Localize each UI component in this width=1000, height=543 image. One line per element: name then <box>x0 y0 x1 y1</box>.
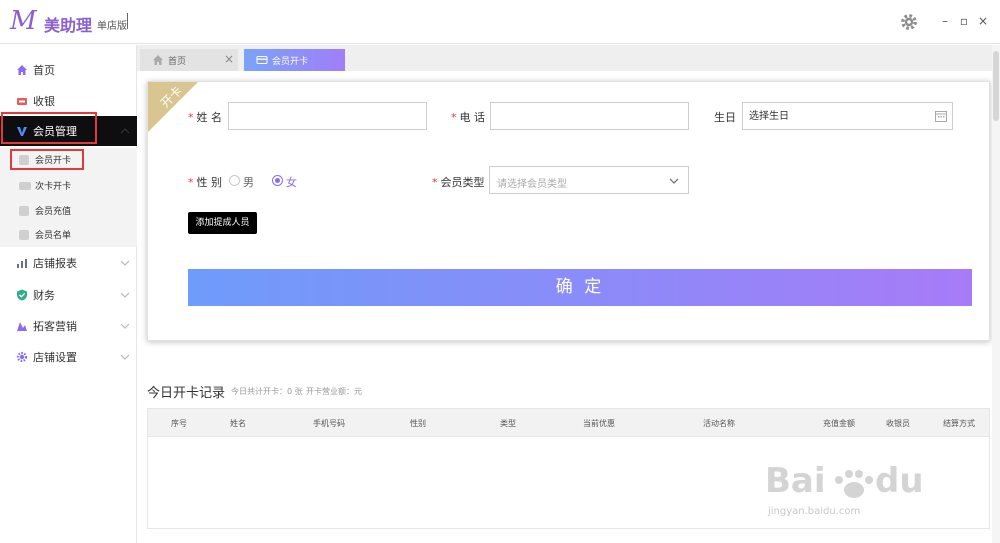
name-label: * 姓 名 <box>188 111 222 124</box>
settings-gear-icon[interactable] <box>899 12 919 32</box>
maximize-button[interactable]: ▫ <box>957 14 971 28</box>
watermark-url: jingyan.baidu.com <box>768 506 861 517</box>
sidebar-item-label: 收银 <box>33 95 55 108</box>
card-icon <box>19 182 31 190</box>
column-header: 活动名称 <box>703 419 735 428</box>
column-header: 类型 <box>500 419 516 428</box>
chevron-down-icon <box>120 292 130 298</box>
column-header: 收银员 <box>886 419 910 428</box>
tab-home[interactable]: 首页 × <box>140 49 238 71</box>
shield-icon <box>17 289 27 301</box>
birthday-label: 生日 <box>714 111 736 124</box>
column-header: 序号 <box>171 419 187 428</box>
chevron-up-icon <box>120 128 130 134</box>
card-icon <box>256 56 268 64</box>
member-type-label: * 会员类型 <box>432 176 485 189</box>
marketing-icon <box>17 322 27 331</box>
gender-female-label: 女 <box>286 176 297 189</box>
app-logo: M <box>10 6 37 36</box>
column-header: 充值金额 <box>823 419 855 428</box>
submenu-item-label: 会员名单 <box>35 231 72 241</box>
calendar-icon[interactable] <box>935 110 947 122</box>
bar-chart-icon <box>17 259 27 268</box>
phone-input[interactable] <box>490 102 689 130</box>
svg-text:Bai: Bai <box>765 461 826 501</box>
column-header: 结算方式 <box>943 419 975 428</box>
gender-male-label: 男 <box>243 176 254 189</box>
gender-male-radio[interactable] <box>229 175 240 186</box>
records-amount: 开卡营业额：元 <box>306 387 362 396</box>
member-type-select[interactable]: 请选择会员类型 <box>489 166 689 194</box>
sidebar-item-finance[interactable]: 财务 <box>0 280 137 310</box>
submenu-item-recharge[interactable]: 会员充值 <box>0 199 137 223</box>
title-bar: M 美助理 单店版 – ▫ × <box>0 0 1000 44</box>
phone-label: * 电 话 <box>451 111 485 124</box>
submenu-item-label: 会员充值 <box>35 207 72 217</box>
recharge-icon <box>19 206 29 216</box>
gear-icon <box>16 351 28 363</box>
gender-label: * 性 别 <box>188 176 222 189</box>
home-icon <box>153 55 163 65</box>
column-header: 手机号码 <box>313 419 345 428</box>
sidebar-item-label: 店铺设置 <box>33 351 77 364</box>
highlight-box-open-card <box>10 149 84 170</box>
cashier-icon <box>17 98 27 105</box>
sidebar-item-marketing[interactable]: 拓客营销 <box>0 311 137 341</box>
minimize-button[interactable]: – <box>938 14 952 28</box>
chevron-down-icon <box>120 260 130 266</box>
add-commission-staff-button[interactable]: 添加提成人员 <box>188 212 257 234</box>
submenu-item-member-list[interactable]: 会员名单 <box>0 223 137 247</box>
tab-open-card[interactable]: 会员开卡 <box>244 49 345 71</box>
app-edition: 单店版 <box>97 21 127 32</box>
open-card-form: 开卡 *姓 名 *电 话 生日 *性 别 男 女 *会员类型 请选择会员类型 添… <box>147 81 990 341</box>
sidebar-item-home[interactable]: 首页 <box>0 55 137 85</box>
records-title: 今日开卡记录 <box>147 386 226 401</box>
birthday-input[interactable] <box>742 102 953 130</box>
gender-female-radio[interactable] <box>272 175 283 186</box>
sidebar-item-label: 店铺报表 <box>33 257 77 270</box>
title-separator <box>127 13 128 29</box>
vertical-scrollbar[interactable] <box>992 45 1000 543</box>
app-name: 美助理 <box>44 16 93 35</box>
confirm-button[interactable]: 确 定 <box>188 269 972 306</box>
chevron-down-icon <box>669 178 679 184</box>
tabs-bar: 首页 × 会员开卡 <box>137 45 1000 71</box>
column-header: 当前优惠 <box>583 419 615 428</box>
tab-label: 首页 <box>168 57 187 67</box>
sidebar: 首页 收银 会员管理 会员开卡 次卡开卡 会员充值 会员名单 店铺报表 财务 拓… <box>0 45 137 543</box>
scrollbar-thumb[interactable] <box>993 51 999 121</box>
submenu-item-count-card[interactable]: 次卡开卡 <box>0 174 137 198</box>
records-table-header: 序号 姓名 手机号码 性别 类型 当前优惠 活动名称 充值金额 收银员 结算方式 <box>148 409 989 437</box>
highlight-box-member-management <box>1 112 97 144</box>
tab-close-button[interactable]: × <box>224 52 234 66</box>
name-input[interactable] <box>228 102 427 130</box>
records-count: 今日共计开卡：0 张 <box>231 387 303 396</box>
list-icon <box>19 230 29 240</box>
sidebar-item-store-settings[interactable]: 店铺设置 <box>0 342 137 372</box>
chevron-down-icon <box>120 354 130 360</box>
sidebar-item-label: 拓客营销 <box>33 320 77 333</box>
column-header: 姓名 <box>230 419 246 428</box>
sidebar-item-label: 财务 <box>33 289 55 302</box>
sidebar-item-label: 首页 <box>33 64 55 77</box>
svg-text:du: du <box>875 461 924 501</box>
tab-label: 会员开卡 <box>272 57 309 67</box>
submenu-item-label: 次卡开卡 <box>35 182 72 192</box>
chevron-down-icon <box>120 323 130 329</box>
home-icon <box>17 65 27 75</box>
close-window-button[interactable]: × <box>976 14 990 28</box>
sidebar-item-store-reports[interactable]: 店铺报表 <box>0 248 137 278</box>
column-header: 性别 <box>410 419 426 428</box>
member-type-placeholder: 请选择会员类型 <box>497 179 567 190</box>
